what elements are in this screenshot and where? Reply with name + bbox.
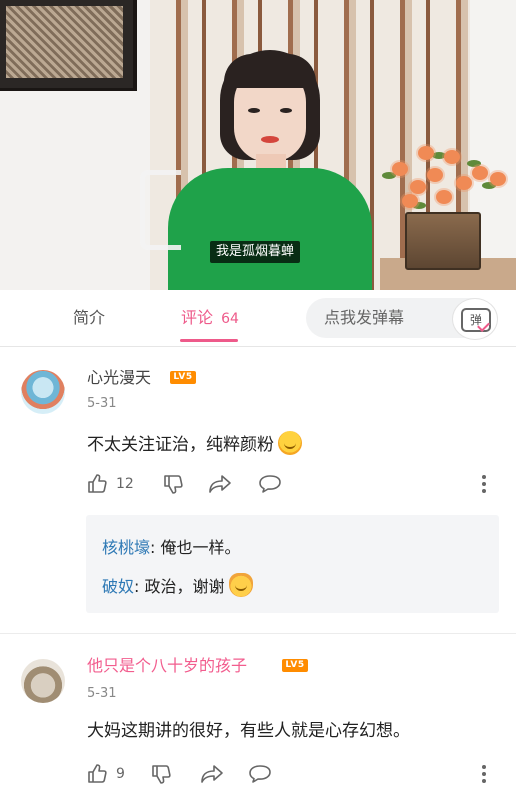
avatar[interactable] — [21, 370, 65, 414]
danmaku-input[interactable]: 点我发弹幕 弹 — [306, 298, 498, 340]
reply-item: 核桃壕: 俺也一样。 — [102, 538, 241, 557]
tab-comments-count: 64 — [221, 311, 239, 327]
comment-date: 5-31 — [87, 396, 117, 411]
share-icon[interactable] — [200, 764, 224, 784]
danmaku-placeholder: 点我发弹幕 — [324, 308, 405, 327]
dislike-icon[interactable] — [162, 474, 184, 496]
video-player[interactable]: 我是孤烟暮蝉 — [0, 0, 516, 290]
reply-icon[interactable] — [258, 474, 282, 494]
more-icon[interactable] — [480, 764, 488, 784]
tab-comments[interactable]: 评论 64 — [181, 308, 239, 329]
level-badge: LV5 — [170, 371, 196, 384]
reply-text: 俺也一样。 — [160, 538, 241, 557]
reply-text: 政治，谢谢 — [144, 577, 225, 596]
cat-emoji-icon — [228, 573, 253, 597]
video-subtitle: 我是孤烟暮蝉 — [210, 241, 301, 263]
avatar[interactable] — [21, 659, 65, 703]
comment-text: 不太关注证治，纯粹颜粉 — [87, 431, 302, 456]
like-count: 12 — [116, 476, 134, 492]
dislike-icon[interactable] — [150, 764, 172, 786]
shirt-print — [140, 170, 181, 250]
flower-vase — [405, 212, 481, 270]
comment-text: 大妈这期讲的很好，有些人就是心存幻想。 — [87, 721, 410, 741]
like-icon[interactable] — [86, 472, 108, 494]
comment-divider — [0, 633, 516, 634]
reply-icon[interactable] — [248, 764, 272, 784]
tab-intro[interactable]: 简介 — [73, 308, 105, 328]
reply-item: 破奴: 政治，谢谢 — [102, 573, 253, 598]
tab-comments-label: 评论 — [181, 308, 214, 327]
flower-bouquet — [372, 132, 512, 222]
comment-date: 5-31 — [87, 686, 117, 701]
danmaku-toggle-button[interactable]: 弹 — [452, 298, 498, 340]
share-icon[interactable] — [208, 474, 232, 494]
comment-username[interactable]: 他只是个八十岁的孩子 — [87, 656, 247, 676]
active-tab-indicator — [180, 339, 238, 342]
more-icon[interactable] — [480, 474, 488, 494]
covering-face-emoji-icon — [278, 431, 302, 455]
level-badge: LV5 — [282, 659, 308, 672]
like-icon[interactable] — [86, 762, 108, 784]
reply-preview[interactable]: 核桃壕: 俺也一样。 破奴: 政治，谢谢 — [86, 515, 499, 613]
like-count: 9 — [116, 766, 125, 782]
reply-username[interactable]: 破奴 — [102, 577, 134, 596]
wall-picture-frame — [0, 0, 137, 91]
comment-username[interactable]: 心光漫天 — [87, 368, 151, 388]
reply-username[interactable]: 核桃壕 — [102, 538, 150, 557]
